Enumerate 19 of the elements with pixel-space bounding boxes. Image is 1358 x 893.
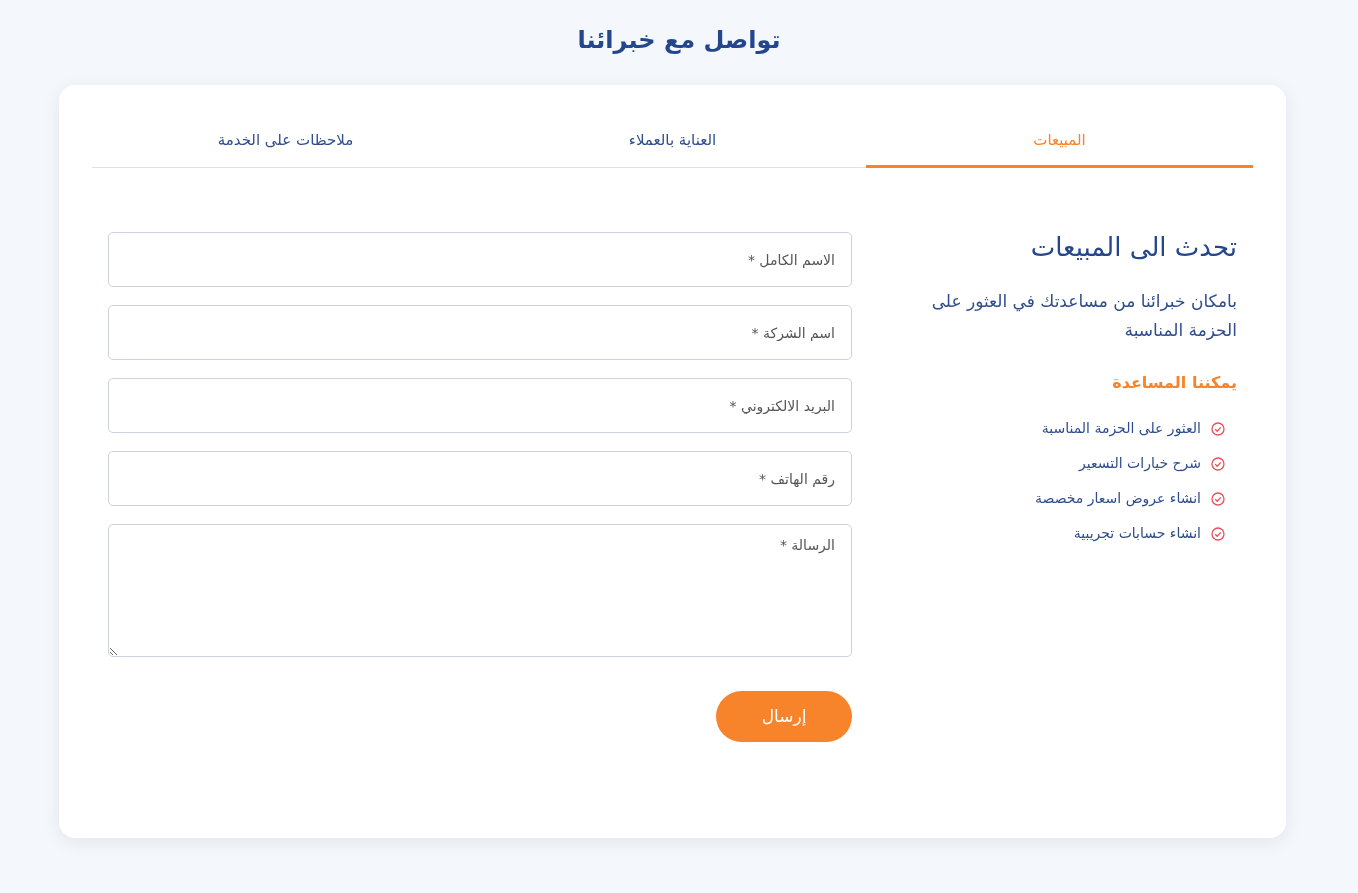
tab[interactable]: ملاحظات على الخدمة	[92, 114, 479, 169]
help-item: انشاء عروض اسعار مخصصة	[1035, 489, 1201, 509]
check-circle-icon	[1211, 421, 1225, 436]
input-field[interactable]: البريد الالكتروني *	[108, 378, 852, 434]
check-circle-icon	[1211, 491, 1225, 506]
input-field[interactable]: اسم الشركة *	[108, 305, 852, 361]
input-field[interactable]: الاسم الكامل *	[108, 232, 852, 288]
message-field[interactable]: الرسالة *	[108, 524, 852, 658]
page-title: تواصل مع خبرائنا	[576, 26, 782, 55]
help-item: شرح خيارات التسعير	[1079, 454, 1201, 474]
help-item: انشاء حسابات تجريبية	[1073, 524, 1201, 544]
subheading: يمكننا المساعدة	[1111, 373, 1237, 393]
tab[interactable]: العناية بالعملاء	[479, 114, 866, 169]
description-text: بامكان خبرائنا من مساعدتك في العثور على الحزمة المناسبة	[930, 290, 1237, 343]
section-heading: تحدث الى المبيعات	[1029, 232, 1237, 264]
input-field[interactable]: رقم الهاتف *	[108, 451, 852, 507]
check-circle-icon	[1211, 526, 1225, 541]
help-item: العثور على الحزمة المناسبة	[1041, 419, 1201, 439]
check-circle-icon	[1211, 456, 1225, 471]
